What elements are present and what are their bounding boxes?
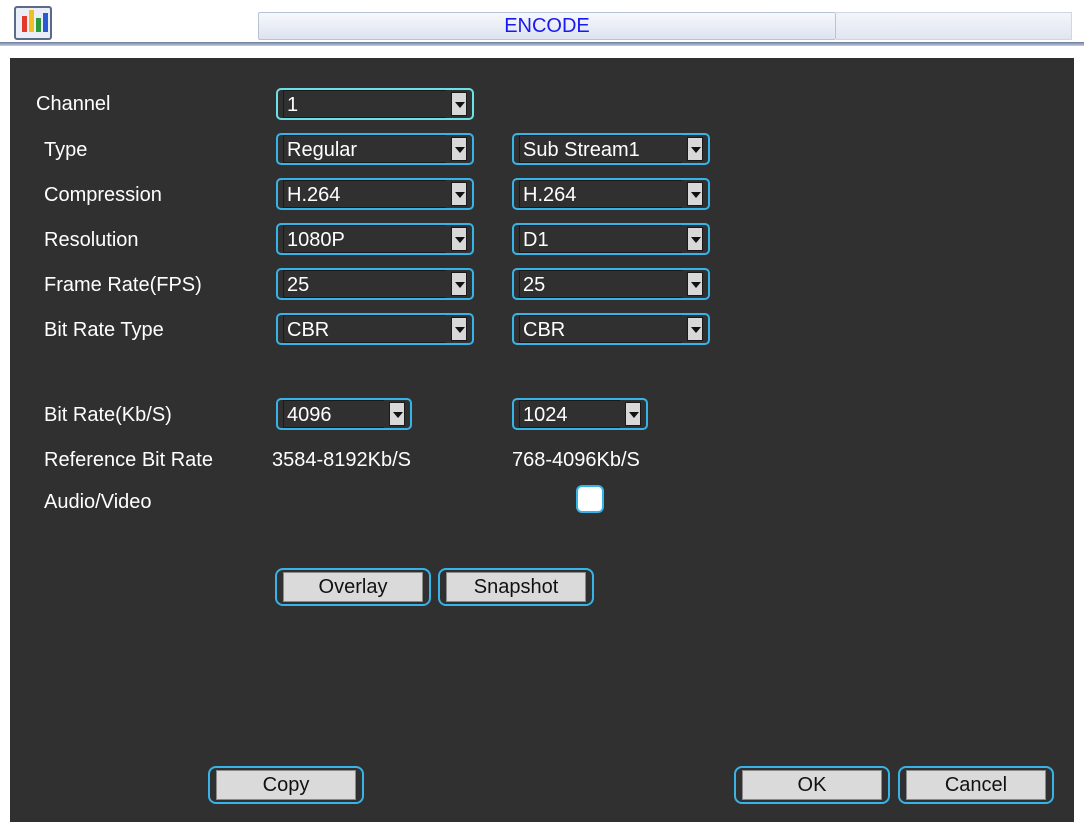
main-resolution-value: 1080P: [283, 225, 446, 253]
overlay-button[interactable]: Overlay: [275, 568, 431, 606]
channel-label: Channel: [36, 93, 111, 115]
ok-button-label: OK: [742, 770, 882, 800]
chevron-down-icon[interactable]: [451, 227, 467, 251]
copy-button[interactable]: Copy: [208, 766, 364, 804]
title-bar: ENCODE: [0, 0, 1084, 58]
chevron-down-icon[interactable]: [625, 402, 641, 426]
channel-select[interactable]: 1: [276, 88, 474, 120]
chevron-down-icon[interactable]: [451, 317, 467, 341]
chevron-down-icon[interactable]: [687, 137, 703, 161]
channel-value: 1: [283, 90, 446, 118]
main-bit-rate-value: 4096: [283, 400, 384, 428]
encode-panel: Channel Type Compression Resolution Fram…: [10, 58, 1074, 822]
title-divider: [0, 42, 1084, 46]
main-type-select[interactable]: Regular: [276, 133, 474, 165]
snapshot-button[interactable]: Snapshot: [438, 568, 594, 606]
sub-type-select[interactable]: Sub Stream1: [512, 133, 710, 165]
chevron-down-icon[interactable]: [687, 182, 703, 206]
main-compression-value: H.264: [283, 180, 446, 208]
snapshot-button-label: Snapshot: [446, 572, 586, 602]
sub-resolution-select[interactable]: D1: [512, 223, 710, 255]
chevron-down-icon[interactable]: [451, 92, 467, 116]
app-icon: [14, 6, 52, 40]
main-frame-rate-value: 25: [283, 270, 446, 298]
chevron-down-icon[interactable]: [451, 182, 467, 206]
title-bar-extension: [836, 12, 1072, 40]
chevron-down-icon[interactable]: [451, 272, 467, 296]
chevron-down-icon[interactable]: [687, 272, 703, 296]
chevron-down-icon[interactable]: [451, 137, 467, 161]
overlay-button-label: Overlay: [283, 572, 423, 602]
audio-video-checkbox[interactable]: [576, 485, 604, 513]
main-type-value: Regular: [283, 135, 446, 163]
bit-rate-type-label: Bit Rate Type: [44, 319, 164, 341]
main-reference-bit-rate: 3584-8192Kb/S: [272, 449, 412, 471]
sub-bit-rate-select[interactable]: 1024: [512, 398, 648, 430]
sub-compression-value: H.264: [519, 180, 682, 208]
compression-label: Compression: [44, 184, 162, 206]
ok-button[interactable]: OK: [734, 766, 890, 804]
audio-video-label: Audio/Video: [44, 491, 152, 513]
main-bit-rate-type-value: CBR: [283, 315, 446, 343]
bit-rate-label: Bit Rate(Kb/S): [44, 404, 172, 426]
main-bit-rate-select[interactable]: 4096: [276, 398, 412, 430]
chevron-down-icon[interactable]: [687, 317, 703, 341]
main-bit-rate-type-select[interactable]: CBR: [276, 313, 474, 345]
sub-reference-bit-rate: 768-4096Kb/S: [512, 449, 640, 471]
main-compression-select[interactable]: H.264: [276, 178, 474, 210]
copy-button-label: Copy: [216, 770, 356, 800]
main-resolution-select[interactable]: 1080P: [276, 223, 474, 255]
chevron-down-icon[interactable]: [389, 402, 405, 426]
sub-bit-rate-type-value: CBR: [519, 315, 682, 343]
main-frame-rate-select[interactable]: 25: [276, 268, 474, 300]
sub-compression-select[interactable]: H.264: [512, 178, 710, 210]
resolution-label: Resolution: [44, 229, 139, 251]
sub-type-value: Sub Stream1: [519, 135, 682, 163]
type-label: Type: [44, 139, 88, 161]
reference-bit-rate-label: Reference Bit Rate: [44, 449, 213, 471]
frame-rate-label: Frame Rate(FPS): [44, 274, 202, 296]
cancel-button[interactable]: Cancel: [898, 766, 1054, 804]
chevron-down-icon[interactable]: [687, 227, 703, 251]
sub-frame-rate-value: 25: [519, 270, 682, 298]
sub-resolution-value: D1: [519, 225, 682, 253]
sub-bit-rate-type-select[interactable]: CBR: [512, 313, 710, 345]
sub-frame-rate-select[interactable]: 25: [512, 268, 710, 300]
sub-bit-rate-value: 1024: [519, 400, 620, 428]
window-title: ENCODE: [258, 12, 836, 40]
cancel-button-label: Cancel: [906, 770, 1046, 800]
